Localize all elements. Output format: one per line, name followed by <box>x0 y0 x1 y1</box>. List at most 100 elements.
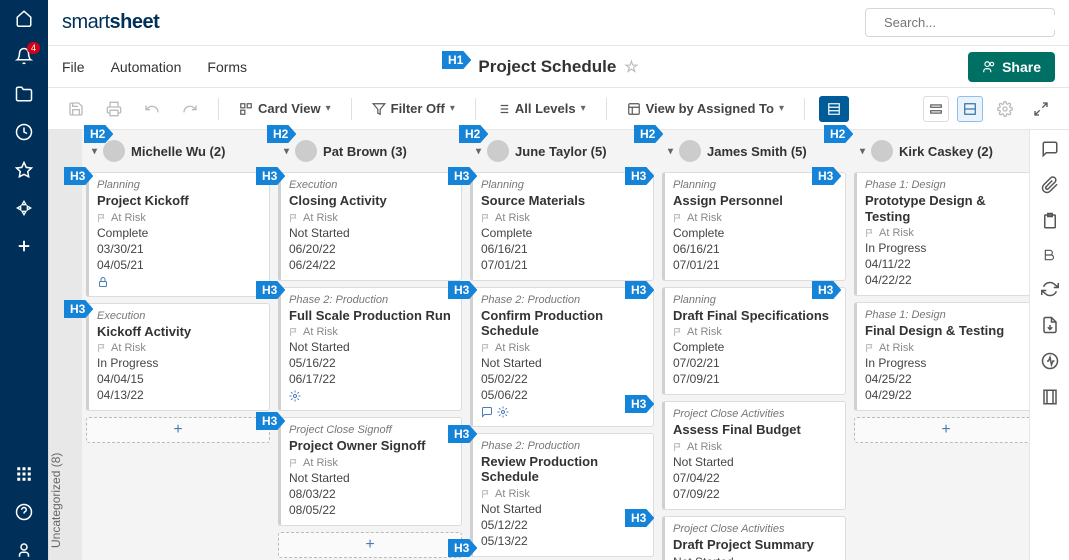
home-icon[interactable] <box>14 8 34 28</box>
settings-icon[interactable] <box>991 97 1019 121</box>
menu-file[interactable]: File <box>62 59 85 75</box>
board-card[interactable]: PlanningProject KickoffAt RiskComplete03… <box>86 172 270 297</box>
board-card[interactable]: PlanningAssign PersonnelAt RiskComplete0… <box>662 172 846 281</box>
avatar <box>487 140 509 162</box>
card-risk: At Risk <box>673 212 837 224</box>
levels-button[interactable]: All Levels▾ <box>490 97 592 120</box>
publish-panel-icon[interactable] <box>1041 316 1059 334</box>
board-card[interactable]: PlanningDraft Final SpecificationsAt Ris… <box>662 287 846 396</box>
board-card[interactable]: Phase 2: ProductionReview Production Sch… <box>470 433 654 557</box>
favorite-star-icon[interactable]: ☆ <box>624 57 638 77</box>
notification-badge: 4 <box>27 42 40 54</box>
filter-button[interactable]: Filter Off▾ <box>366 97 461 120</box>
share-button[interactable]: Share <box>968 52 1055 82</box>
column-header[interactable]: ▾Kirk Caskey (2) <box>854 136 1029 166</box>
redo-icon[interactable] <box>176 97 204 121</box>
brandfolder-panel-icon[interactable] <box>1041 248 1059 262</box>
print-icon[interactable] <box>100 97 128 121</box>
compact-view-icon[interactable] <box>923 96 949 122</box>
viewby-button[interactable]: View by Assigned To▾ <box>621 97 790 120</box>
flag-icon <box>97 343 107 353</box>
menu-forms[interactable]: Forms <box>207 59 247 75</box>
add-card-button[interactable]: + <box>278 532 462 558</box>
view-switch-card[interactable]: Card View▾ <box>233 97 337 120</box>
uncategorized-lane[interactable]: Uncategorized (8) <box>48 130 82 560</box>
column-header[interactable]: ▾Michelle Wu (2) <box>86 136 270 166</box>
page-title: Project Schedule <box>478 57 616 77</box>
brand-logo[interactable]: smartsheet <box>62 11 159 34</box>
column-name: James Smith (5) <box>707 144 807 159</box>
flag-icon <box>289 327 299 337</box>
fields-toggle[interactable] <box>819 96 849 122</box>
board-card[interactable]: PlanningSource MaterialsAt RiskComplete0… <box>470 172 654 281</box>
undo-icon[interactable] <box>138 97 166 121</box>
toolbar: Card View▾ Filter Off▾ All Levels▾ View … <box>48 88 1069 130</box>
add-card-button[interactable]: + <box>86 417 270 443</box>
card-date-start: 04/04/15 <box>97 372 261 386</box>
sheet-title: Project Schedule ☆ <box>478 57 638 77</box>
column-header[interactable]: ▾James Smith (5) <box>662 136 846 166</box>
board-card[interactable]: Phase 1: DesignPrototype Design & Testin… <box>854 172 1029 296</box>
right-rail <box>1029 130 1069 560</box>
add-icon[interactable] <box>14 236 34 256</box>
card-phase: Phase 2: Production <box>481 294 645 306</box>
attachments-panel-icon[interactable] <box>1041 176 1059 194</box>
column-header[interactable]: ▾Pat Brown (3) <box>278 136 462 166</box>
menubar: File Automation Forms Project Schedule ☆… <box>48 46 1069 88</box>
recents-icon[interactable] <box>14 122 34 142</box>
update-requests-icon[interactable] <box>1041 280 1059 298</box>
card-status: Not Started <box>289 471 453 485</box>
card-status: In Progress <box>97 356 261 370</box>
board-card[interactable]: ExecutionClosing ActivityAt RiskNot Star… <box>278 172 462 281</box>
card-phase: Planning <box>673 179 837 191</box>
column-name: June Taylor (5) <box>515 144 607 159</box>
card-risk: At Risk <box>481 212 645 224</box>
board-card[interactable]: Phase 1: DesignFinal Design & TestingAt … <box>854 302 1029 411</box>
notifications-icon[interactable]: 4 <box>14 46 34 66</box>
card-title: Draft Project Summary <box>673 537 837 553</box>
save-icon[interactable] <box>62 97 90 121</box>
card-date-end: 07/09/22 <box>673 487 837 501</box>
card-risk: At Risk <box>673 326 837 338</box>
full-view-icon[interactable] <box>957 96 983 122</box>
card-title: Prototype Design & Testing <box>865 193 1029 224</box>
proofs-panel-icon[interactable] <box>1041 212 1059 230</box>
content: Uncategorized (8) ▾Michelle Wu (2) Planni… <box>48 130 1069 560</box>
board-column: ▾Kirk Caskey (2) Phase 1: DesignPrototype… <box>854 136 1029 443</box>
search-input[interactable] <box>884 15 1060 30</box>
board-card[interactable]: Phase 2: ProductionFull Scale Production… <box>278 287 462 412</box>
board-card[interactable]: Phase 2: ProductionConfirm Production Sc… <box>470 287 654 427</box>
card-date-end: 06/24/22 <box>289 258 453 272</box>
summary-panel-icon[interactable] <box>1041 388 1059 406</box>
card-risk: At Risk <box>481 342 645 354</box>
card-risk: At Risk <box>97 212 261 224</box>
comments-panel-icon[interactable] <box>1041 140 1059 158</box>
card-date-end: 04/13/22 <box>97 388 261 402</box>
account-icon[interactable] <box>14 540 34 560</box>
board-column: ▾Michelle Wu (2) PlanningProject KickoffA… <box>86 136 270 443</box>
folder-icon[interactable] <box>14 84 34 104</box>
card-phase: Execution <box>97 310 261 322</box>
board-card[interactable]: Project Close ActivitiesAssess Final Bud… <box>662 401 846 510</box>
card-title: Review Production Schedule <box>481 454 645 485</box>
activity-panel-icon[interactable] <box>1041 352 1059 370</box>
card-date-start: 06/20/22 <box>289 242 453 256</box>
flag-icon <box>481 343 491 353</box>
card-date-end: 07/01/21 <box>481 258 645 272</box>
card-date-end: 07/09/21 <box>673 372 837 386</box>
board-card[interactable]: ExecutionKickoff ActivityAt RiskIn Progr… <box>86 303 270 412</box>
help-icon[interactable] <box>14 502 34 522</box>
board-card[interactable]: Project Close SignoffProject Owner Signo… <box>278 417 462 526</box>
global-search[interactable] <box>865 8 1055 37</box>
workapps-icon[interactable] <box>14 198 34 218</box>
card-title: Kickoff Activity <box>97 324 261 340</box>
add-card-button[interactable]: + <box>854 417 1029 443</box>
column-name: Kirk Caskey (2) <box>899 144 993 159</box>
fullscreen-icon[interactable] <box>1027 97 1055 121</box>
favorites-icon[interactable] <box>14 160 34 180</box>
menu-automation[interactable]: Automation <box>111 59 182 75</box>
column-header[interactable]: ▾June Taylor (5) <box>470 136 654 166</box>
flag-icon <box>865 343 875 353</box>
apps-grid-icon[interactable] <box>14 464 34 484</box>
board-card[interactable]: Project Close ActivitiesDraft Project Su… <box>662 516 846 560</box>
